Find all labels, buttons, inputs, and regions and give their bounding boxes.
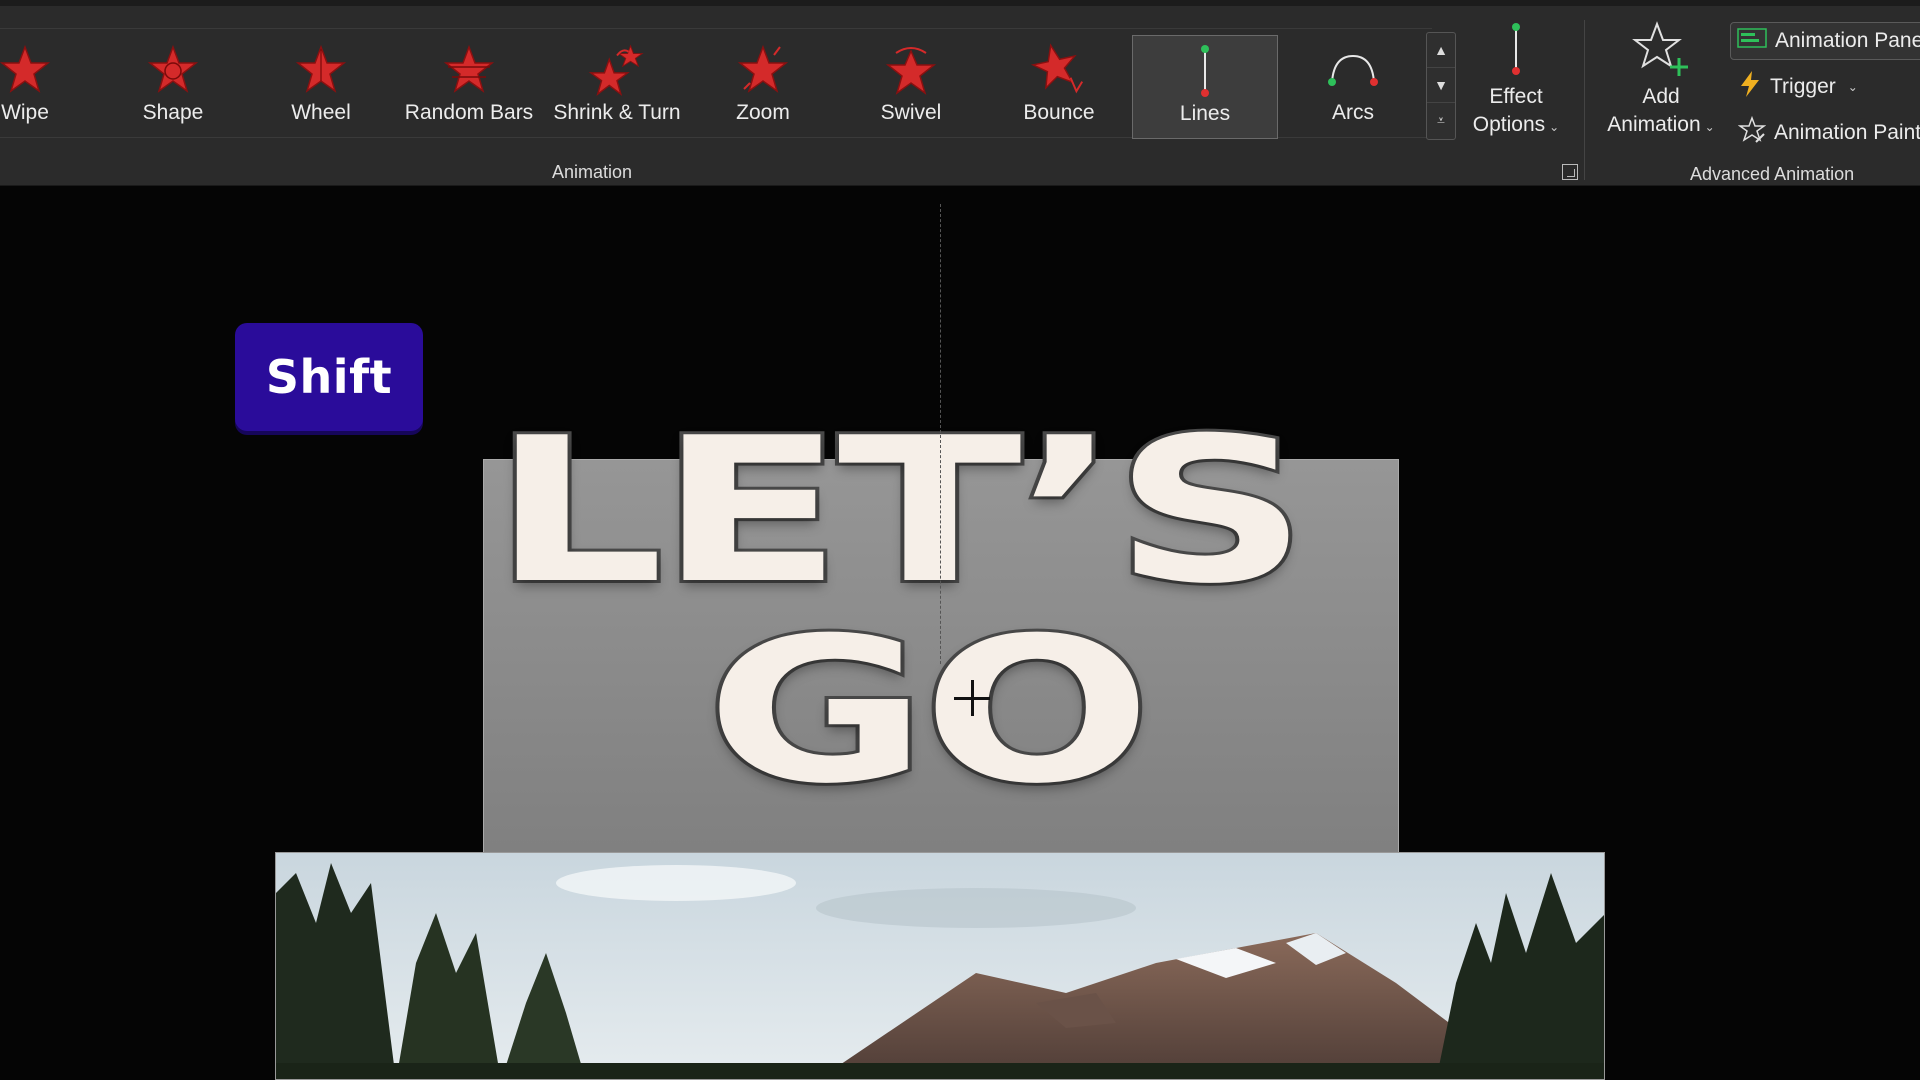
mountain-landscape-image	[276, 853, 1604, 1079]
effect-bounce-label: Bounce	[1023, 101, 1095, 124]
effect-zoom-button[interactable]: Zoom	[690, 35, 836, 139]
zoom-star-icon	[734, 41, 792, 99]
effect-wheel-label: Wheel	[291, 101, 351, 124]
lightning-icon	[1738, 70, 1762, 104]
group-separator	[1584, 20, 1585, 180]
effect-options-button[interactable]: Effect Options ⌄	[1460, 20, 1572, 150]
title-line-1: LET’S	[488, 395, 1312, 628]
crosshair-cursor-icon	[954, 680, 990, 716]
chevron-down-icon: ⌄	[1847, 80, 1858, 94]
effect-shape-label: Shape	[142, 101, 204, 124]
animation-painter-icon	[1737, 115, 1767, 150]
effect-options-line2: Options ⌄	[1473, 111, 1559, 141]
effect-options-line2-text: Options	[1472, 113, 1546, 136]
effect-options-icon	[1504, 20, 1528, 83]
effect-bounce-button[interactable]: Bounce	[986, 35, 1132, 139]
effect-wipe-label: Wipe	[1, 101, 49, 124]
swivel-star-icon	[882, 41, 940, 99]
random-bars-star-icon	[440, 41, 498, 99]
effect-lines-label: Lines	[1179, 102, 1231, 125]
lines-path-icon	[1176, 42, 1234, 100]
gallery-scroll: ▲ ▼ ⩡	[1426, 32, 1456, 140]
animation-dialog-launcher[interactable]	[1562, 164, 1578, 180]
arcs-path-icon	[1324, 41, 1382, 99]
add-animation-line1: Add	[1642, 85, 1680, 108]
shift-key-badge: Shift	[235, 323, 423, 431]
effect-random-bars-label: Random Bars	[404, 101, 534, 124]
chevron-down-icon: ▼	[1434, 77, 1448, 93]
chevron-up-icon: ▲	[1434, 42, 1448, 58]
effect-shape-button[interactable]: Shape	[100, 35, 246, 139]
effect-arcs-button[interactable]: Arcs	[1280, 35, 1426, 139]
trigger-label: Trigger	[1770, 75, 1836, 98]
animation-group-label: Animation	[552, 162, 633, 182]
animation-painter-button[interactable]: Animation Painter	[1737, 114, 1920, 152]
gallery-scroll-down-button[interactable]: ▼	[1427, 68, 1455, 103]
add-animation-star-icon	[1631, 20, 1691, 83]
gallery-more-button[interactable]: ⩡	[1427, 103, 1455, 138]
shape-star-icon	[144, 41, 202, 99]
gallery-scroll-up-button[interactable]: ▲	[1427, 33, 1455, 68]
chevron-down-icon: ⌄	[1549, 120, 1560, 134]
effect-random-bars-button[interactable]: Random Bars	[396, 35, 542, 139]
title-line-2: GO	[702, 595, 1156, 828]
add-animation-line2-text: Animation	[1607, 113, 1701, 136]
animation-pane-icon	[1737, 27, 1767, 55]
effect-lines-button[interactable]: Lines	[1132, 35, 1278, 139]
shift-key-label: Shift	[265, 350, 393, 404]
trigger-button[interactable]: Trigger ⌄	[1738, 68, 1858, 106]
advanced-animation-group-label: Advanced Animation	[1690, 164, 1855, 184]
effect-zoom-label: Zoom	[736, 101, 790, 124]
expand-gallery-icon: ⩡	[1437, 112, 1445, 128]
effect-shrink-turn-label: Shrink & Turn	[553, 101, 681, 124]
animation-pane-label: Animation Pane	[1775, 29, 1920, 52]
ribbon: Wipe Shape Wheel Random Bars Shrink & Tu	[0, 0, 1920, 186]
chevron-down-icon: ⌄	[1704, 120, 1715, 134]
add-animation-button[interactable]: Add Animation ⌄	[1596, 20, 1726, 150]
bounce-star-icon	[1030, 41, 1088, 99]
effect-wheel-button[interactable]: Wheel	[248, 35, 394, 139]
alignment-guide	[940, 204, 941, 664]
wheel-star-icon	[292, 41, 350, 99]
shrink-turn-star-icon	[588, 41, 646, 99]
effect-swivel-label: Swivel	[880, 101, 942, 124]
wipe-star-icon	[0, 41, 54, 99]
animation-pane-button[interactable]: Animation Pane	[1730, 22, 1920, 60]
effect-arcs-label: Arcs	[1332, 101, 1374, 124]
mountain-photo[interactable]	[275, 852, 1605, 1080]
effect-options-line1: Effect	[1489, 85, 1543, 108]
animation-painter-label: Animation Painter	[1774, 121, 1920, 144]
animation-gallery: Wipe Shape Wheel Random Bars Shrink & Tu	[0, 28, 1432, 139]
add-animation-line2: Animation ⌄	[1607, 111, 1714, 141]
effect-swivel-button[interactable]: Swivel	[838, 35, 984, 139]
effect-shrink-turn-button[interactable]: Shrink & Turn	[544, 35, 690, 139]
effect-wipe-button[interactable]: Wipe	[0, 35, 98, 139]
